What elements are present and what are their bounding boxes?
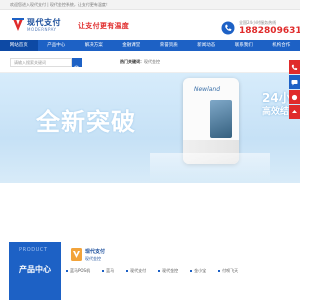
pos-device-image: Newland bbox=[183, 78, 239, 164]
banner-promo-speed: 高效结 bbox=[262, 107, 290, 117]
category-logo[interactable]: 现代支付 现代金控 bbox=[71, 247, 131, 263]
bullet-icon bbox=[158, 270, 161, 272]
arrow-up-icon bbox=[292, 109, 297, 113]
category-item-label: 付呗飞天 bbox=[222, 268, 239, 273]
category-list: 蓝马POS机 蓝马 现代支付 现代金控 金小宝 付呗飞天 bbox=[66, 267, 296, 275]
bullet-icon bbox=[218, 270, 221, 272]
hot-keywords: 热门关键词：现代金控 bbox=[120, 59, 160, 65]
float-message-button[interactable] bbox=[289, 75, 300, 89]
hot-keyword-link[interactable]: 现代金控 bbox=[144, 59, 160, 64]
hotline: 全国24小时服务热线 18828096318 bbox=[221, 18, 300, 38]
category-item-label: 现代支付 bbox=[130, 268, 147, 273]
search-row: 请输入搜索关键词 热门关键词：现代金控 bbox=[0, 51, 300, 73]
category-item[interactable]: 付呗飞天 bbox=[218, 267, 238, 275]
site-header: 现代支付 MODERNPAY 让支付更有温度 全国24小时服务热线 188280… bbox=[0, 10, 300, 40]
nav-item-home[interactable]: 网站首页 bbox=[0, 40, 38, 51]
banner-headline: 全新突破 bbox=[36, 108, 136, 136]
category-item[interactable]: 蓝马POS机 bbox=[66, 267, 90, 275]
category-item-label: 蓝马POS机 bbox=[70, 268, 91, 273]
site-logo[interactable]: 现代支付 MODERNPAY bbox=[11, 15, 67, 37]
category-item[interactable]: 金小宝 bbox=[190, 267, 206, 275]
hot-keywords-label: 热门关键词： bbox=[120, 59, 144, 64]
float-phone-button[interactable] bbox=[289, 60, 300, 74]
device-screen bbox=[210, 100, 232, 138]
product-title-box: PRODUCT 产品中心 bbox=[9, 242, 61, 300]
nav-item-partners[interactable]: 机构合作 bbox=[263, 40, 301, 51]
hotline-number[interactable]: 18828096318 bbox=[239, 26, 300, 36]
nav-item-contact[interactable]: 联系我们 bbox=[225, 40, 263, 51]
nav-item-finance-class[interactable]: 金融课堂 bbox=[113, 40, 151, 51]
product-title-en: PRODUCT bbox=[19, 247, 48, 253]
nav-item-news[interactable]: 新闻动态 bbox=[188, 40, 226, 51]
message-icon bbox=[291, 79, 298, 85]
category-item-label: 金小宝 bbox=[194, 268, 207, 273]
category-item-label: 现代金控 bbox=[162, 268, 179, 273]
search-input[interactable]: 请输入搜索关键词 bbox=[10, 58, 72, 67]
hero-banner[interactable]: 全新突破 Newland 24小时 高效结 bbox=[0, 73, 300, 183]
device-brand: Newland bbox=[194, 86, 221, 93]
phone-icon bbox=[291, 64, 298, 70]
welcome-text: 欢迎您进入现代支付 | 现代金控系统，让支付更有温度！ bbox=[10, 2, 110, 7]
category-item[interactable]: 蓝马 bbox=[102, 267, 114, 275]
bullet-icon bbox=[102, 270, 105, 272]
phone-icon bbox=[221, 21, 235, 35]
header-slogan: 让支付更有温度 bbox=[78, 22, 130, 30]
search-button[interactable] bbox=[72, 58, 82, 72]
logo-name-en: MODERNPAY bbox=[27, 27, 57, 32]
floating-contact-bar bbox=[289, 60, 300, 120]
category-item[interactable]: 现代支付 bbox=[126, 267, 146, 275]
category-item[interactable]: 现代金控 bbox=[158, 267, 178, 275]
category-subname: 现代金控 bbox=[85, 256, 101, 261]
search-icon bbox=[74, 65, 80, 72]
bullet-icon bbox=[190, 270, 193, 272]
float-qq-button[interactable] bbox=[289, 90, 300, 104]
nav-item-solutions[interactable]: 解决方案 bbox=[75, 40, 113, 51]
nav-item-products[interactable]: 产品中心 bbox=[38, 40, 76, 51]
category-item-label: 蓝马 bbox=[106, 268, 115, 273]
nav-item-honors[interactable]: 荣誉资质 bbox=[150, 40, 188, 51]
page: 欢迎您进入现代支付 | 现代金控系统，让支付更有温度！ 现代支付 MODERNP… bbox=[0, 0, 300, 300]
top-welcome-bar: 欢迎您进入现代支付 | 现代金控系统，让支付更有温度！ bbox=[0, 0, 300, 10]
main-nav: 网站首页 产品中心 解决方案 金融课堂 荣誉资质 新闻动态 联系我们 机构合作 bbox=[0, 40, 300, 51]
bullet-icon bbox=[126, 270, 129, 272]
chat-icon bbox=[291, 94, 298, 100]
float-top-button[interactable] bbox=[289, 105, 300, 119]
modernpay-logo-icon bbox=[12, 18, 24, 31]
product-section: PRODUCT 产品中心 现代支付 现代金控 蓝马POS机 蓝马 现代支付 现代… bbox=[0, 233, 300, 300]
category-logo-icon bbox=[71, 248, 82, 261]
product-title-cn: 产品中心 bbox=[19, 265, 51, 274]
category-name: 现代支付 bbox=[85, 249, 106, 255]
banner-reflection bbox=[150, 153, 270, 183]
bullet-icon bbox=[66, 270, 68, 272]
